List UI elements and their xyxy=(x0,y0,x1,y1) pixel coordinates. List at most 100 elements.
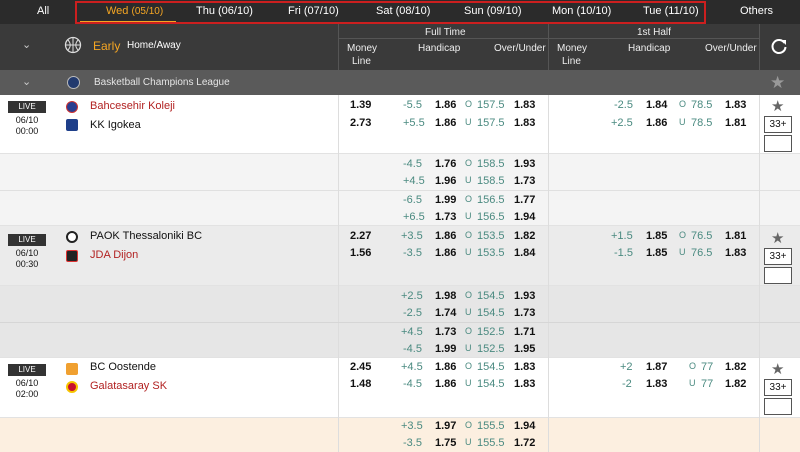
money-line-away[interactable]: 1.48 xyxy=(350,378,371,390)
alt-hdp-odds[interactable]: 1.97 xyxy=(435,420,456,432)
ft-ou-odds[interactable]: 1.83 xyxy=(514,361,535,373)
ft-hdp-line: -3.5 xyxy=(403,247,422,259)
statistics-button[interactable]: ␽ xyxy=(764,398,792,415)
h1-ou-odds[interactable]: 1.81 xyxy=(725,230,746,242)
market-label: Home/Away xyxy=(127,40,181,51)
ou-over-marker: O xyxy=(465,158,472,168)
h1-ou-odds[interactable]: 1.82 xyxy=(725,361,746,373)
ft-ou-odds[interactable]: 1.84 xyxy=(514,247,535,259)
money-line-away[interactable]: 2.73 xyxy=(350,117,371,129)
alt-ou-odds[interactable]: 1.77 xyxy=(514,194,535,206)
tab-all[interactable]: All xyxy=(37,5,49,17)
alt-lines-group: +2.5 1.98 O 154.5 1.93 -2.5 1.74 U 154.5… xyxy=(0,286,800,358)
ft-money-line-header-2: Line xyxy=(352,56,371,67)
ft-hdp-odds[interactable]: 1.86 xyxy=(435,378,456,390)
h1-ou-odds[interactable]: 1.81 xyxy=(725,117,746,129)
h1-money-line-header-2: Line xyxy=(562,56,581,67)
match-date: 06/10 xyxy=(10,378,44,389)
ft-ou-odds[interactable]: 1.83 xyxy=(514,99,535,111)
alt-hdp-odds[interactable]: 1.96 xyxy=(435,175,456,187)
alt-ou-odds[interactable]: 1.95 xyxy=(514,343,535,355)
ft-hdp-odds[interactable]: 1.86 xyxy=(435,99,456,111)
h1-hdp-line: -1.5 xyxy=(614,247,633,259)
ft-ou-odds[interactable]: 1.83 xyxy=(514,378,535,390)
alt-ou-line: 155.5 xyxy=(477,420,505,432)
ou-over-marker: O xyxy=(465,326,472,336)
star-icon[interactable]: ★ xyxy=(771,229,784,247)
alt-ou-odds[interactable]: 1.72 xyxy=(514,437,535,449)
ft-hdp-line: +3.5 xyxy=(401,230,423,242)
highlight-box xyxy=(75,1,706,24)
h1-hdp-line: -2 xyxy=(622,378,632,390)
money-line-home[interactable]: 2.45 xyxy=(350,361,371,373)
money-line-home[interactable]: 1.39 xyxy=(350,99,371,111)
alt-hdp-odds[interactable]: 1.76 xyxy=(435,158,456,170)
match-time: 02:00 xyxy=(10,389,44,400)
alt-ou-line: 154.5 xyxy=(477,290,505,302)
alt-ou-odds[interactable]: 1.94 xyxy=(514,211,535,223)
ft-hdp-odds[interactable]: 1.86 xyxy=(435,247,456,259)
alt-hdp-line: -4.5 xyxy=(403,158,422,170)
alt-hdp-odds[interactable]: 1.73 xyxy=(435,326,456,338)
h1-hdp-odds[interactable]: 1.86 xyxy=(646,117,667,129)
mode-label[interactable]: Early xyxy=(93,39,120,53)
h1-hdp-line: +2 xyxy=(620,361,633,373)
money-line-away[interactable]: 1.56 xyxy=(350,247,371,259)
alt-ou-odds[interactable]: 1.73 xyxy=(514,307,535,319)
ft-ou-odds[interactable]: 1.82 xyxy=(514,230,535,242)
alt-ou-odds[interactable]: 1.93 xyxy=(514,158,535,170)
ft-hdp-odds[interactable]: 1.86 xyxy=(435,230,456,242)
statistics-button[interactable]: ␽ xyxy=(764,267,792,284)
ft-hdp-line: -5.5 xyxy=(403,99,422,111)
h1-hdp-odds[interactable]: 1.87 xyxy=(646,361,667,373)
odds-header: ⌄ Early Home/Away Full Time 1st Half Mon… xyxy=(0,24,800,70)
alt-hdp-odds[interactable]: 1.99 xyxy=(435,343,456,355)
ft-hdp-odds[interactable]: 1.86 xyxy=(435,117,456,129)
more-markets-button[interactable]: 33+ xyxy=(764,379,792,396)
first-half-header: 1st Half xyxy=(637,27,671,38)
statistics-button[interactable]: ␽ xyxy=(764,135,792,152)
more-markets-button[interactable]: 33+ xyxy=(764,248,792,265)
more-markets-button[interactable]: 33+ xyxy=(764,116,792,133)
match-time: 00:30 xyxy=(10,259,44,270)
chevron-down-icon[interactable]: ⌄ xyxy=(22,75,31,88)
h1-hdp-odds[interactable]: 1.85 xyxy=(646,247,667,259)
ft-over-under-header: Over/Under xyxy=(494,43,546,54)
ft-ou-line: 154.5 xyxy=(477,361,505,373)
match-row: LIVE 06/10 00:30 PAOK Thessaloniki BC JD… xyxy=(0,226,800,286)
h1-hdp-odds[interactable]: 1.85 xyxy=(646,230,667,242)
h1-ou-line: 77 xyxy=(701,378,713,390)
alt-hdp-odds[interactable]: 1.98 xyxy=(435,290,456,302)
away-team: JDA Dijon xyxy=(90,249,138,261)
ft-hdp-odds[interactable]: 1.86 xyxy=(435,361,456,373)
star-icon[interactable]: ★ xyxy=(771,360,784,378)
alt-hdp-odds[interactable]: 1.99 xyxy=(435,194,456,206)
ou-under-marker: U xyxy=(465,211,472,221)
team-logo-icon xyxy=(66,363,78,375)
tab-others[interactable]: Others xyxy=(740,5,773,17)
ou-over-marker: O xyxy=(465,230,472,240)
refresh-icon[interactable] xyxy=(770,37,788,55)
ft-ou-odds[interactable]: 1.83 xyxy=(514,117,535,129)
alt-hdp-odds[interactable]: 1.73 xyxy=(435,211,456,223)
h1-handicap-header: Handicap xyxy=(628,43,670,54)
h1-ou-odds[interactable]: 1.83 xyxy=(725,99,746,111)
h1-hdp-odds[interactable]: 1.84 xyxy=(646,99,667,111)
money-line-home[interactable]: 2.27 xyxy=(350,230,371,242)
alt-ou-odds[interactable]: 1.94 xyxy=(514,420,535,432)
alt-hdp-odds[interactable]: 1.74 xyxy=(435,307,456,319)
alt-hdp-odds[interactable]: 1.75 xyxy=(435,437,456,449)
alt-ou-odds[interactable]: 1.93 xyxy=(514,290,535,302)
chevron-down-icon[interactable]: ⌄ xyxy=(22,38,31,51)
h1-ou-odds[interactable]: 1.82 xyxy=(725,378,746,390)
h1-hdp-line: -2.5 xyxy=(614,99,633,111)
alt-ou-odds[interactable]: 1.73 xyxy=(514,175,535,187)
star-icon[interactable]: ★ xyxy=(771,97,784,115)
star-icon[interactable]: ★ xyxy=(770,73,785,93)
h1-ou-line: 76.5 xyxy=(691,230,712,242)
ou-under-marker: U xyxy=(465,343,472,353)
h1-hdp-odds[interactable]: 1.83 xyxy=(646,378,667,390)
league-row[interactable]: ⌄ Basketball Champions League ★ xyxy=(0,70,800,95)
h1-ou-odds[interactable]: 1.83 xyxy=(725,247,746,259)
alt-ou-odds[interactable]: 1.71 xyxy=(514,326,535,338)
